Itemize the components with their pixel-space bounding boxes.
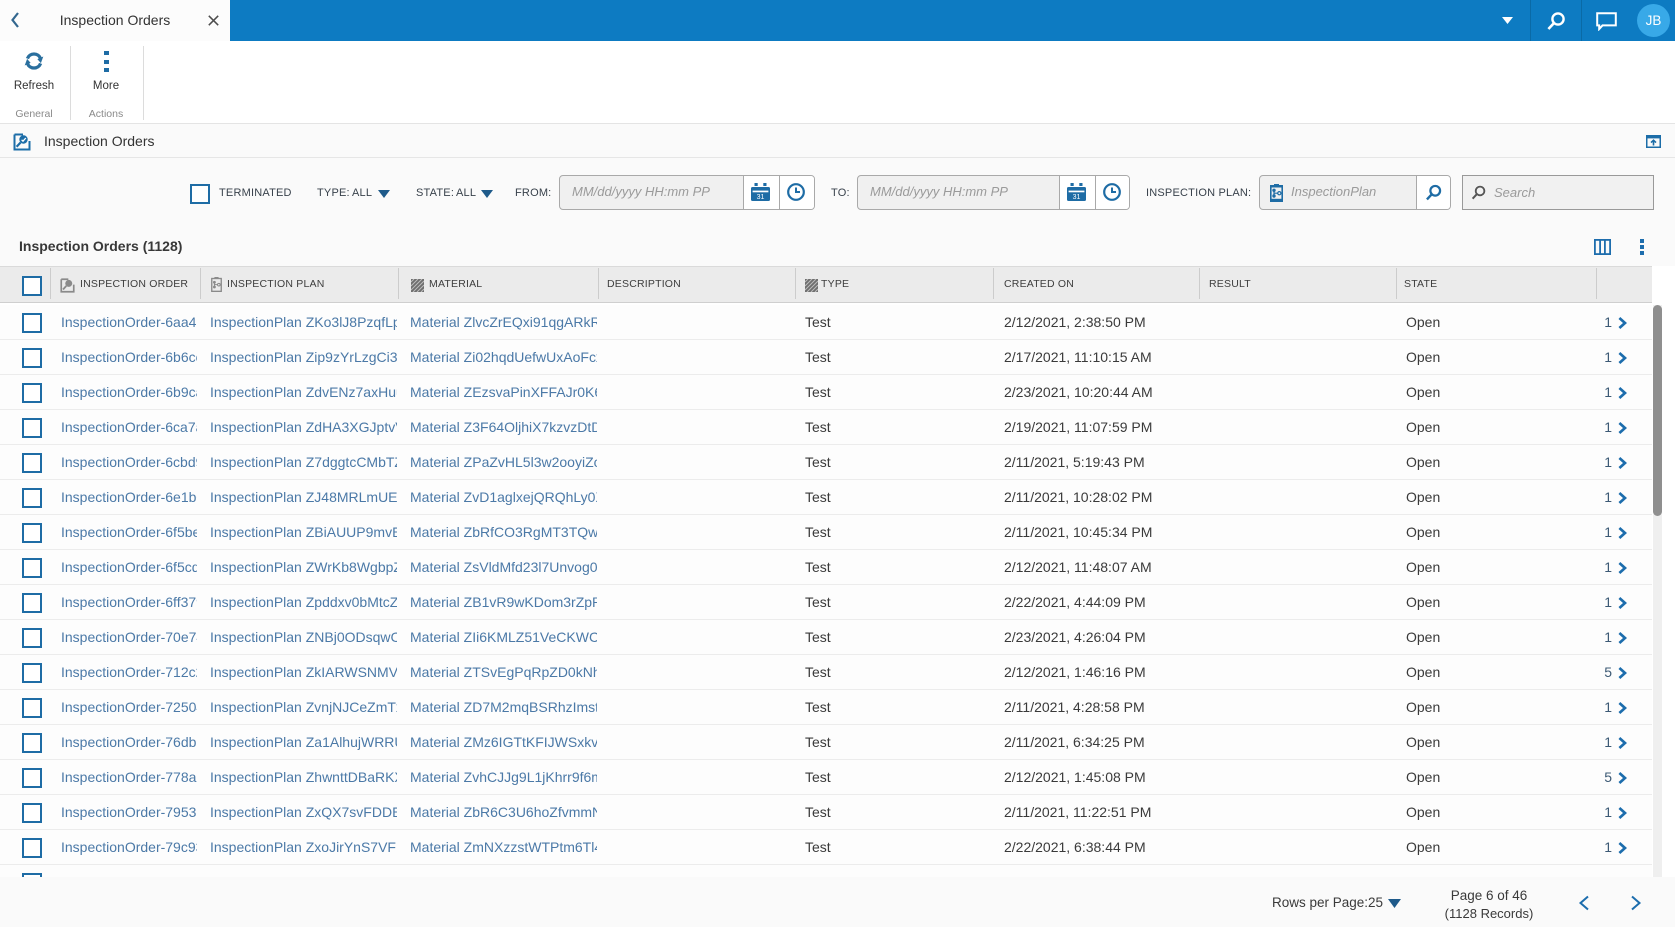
svg-text:31: 31 [757, 194, 765, 201]
svg-text:31: 31 [1073, 194, 1081, 201]
